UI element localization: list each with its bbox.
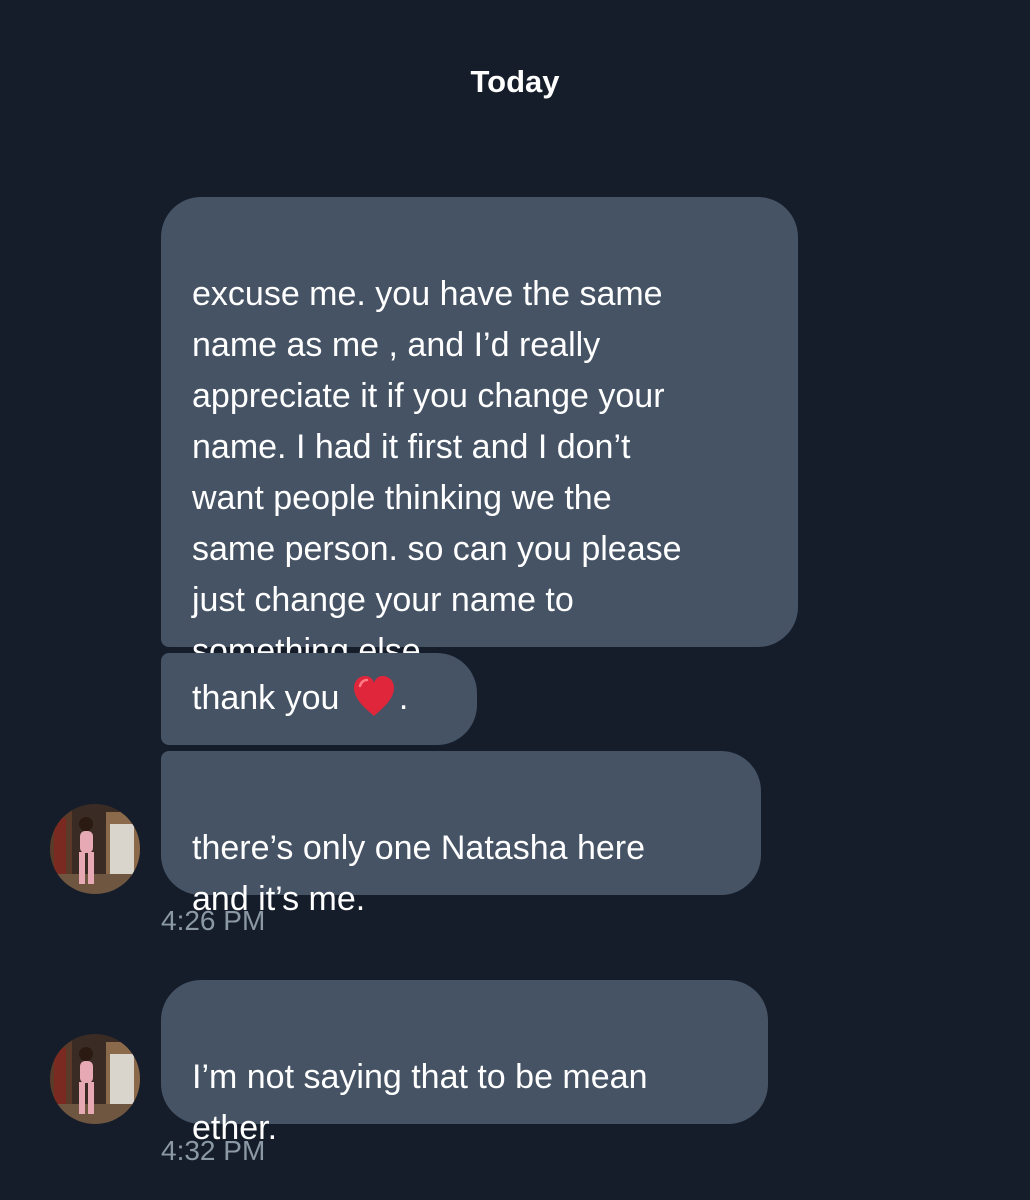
message-bubble[interactable]: I’m not saying that to be mean ether. bbox=[161, 980, 768, 1147]
red-heart-icon bbox=[353, 676, 394, 716]
message-timestamp: 4:26 PM bbox=[161, 905, 266, 936]
message-timestamp: 4:32 PM bbox=[161, 1135, 266, 1166]
avatar[interactable] bbox=[50, 1034, 140, 1124]
message-bubble[interactable]: thank you . bbox=[161, 653, 477, 745]
day-header: Today bbox=[470, 64, 560, 99]
message-text: . bbox=[398, 679, 409, 717]
message-text: thank you bbox=[192, 679, 349, 717]
message-bubble[interactable]: there’s only one Natasha here and it’s m… bbox=[161, 751, 761, 918]
message-text: excuse me. you have the same name as me … bbox=[192, 275, 682, 670]
avatar[interactable] bbox=[50, 804, 140, 894]
message-bubble[interactable]: excuse me. you have the same name as me … bbox=[161, 197, 798, 670]
